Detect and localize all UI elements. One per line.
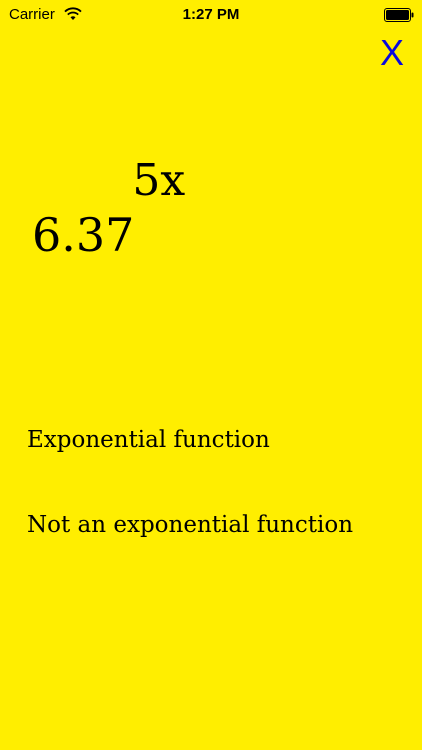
exponential-expression: 6.375x (32, 155, 187, 262)
quiz-screen: Carrier 1:27 PM X 6.375x Exponential fun… (0, 0, 422, 750)
status-bar: Carrier 1:27 PM (0, 0, 422, 30)
option-not-exponential-function[interactable]: Not an exponential function (27, 512, 353, 538)
expression-base: 6.37 (32, 208, 135, 262)
close-button[interactable]: X (378, 35, 406, 71)
expression-exponent: 5x (132, 155, 186, 206)
option-exponential-function[interactable]: Exponential function (27, 427, 270, 453)
status-time: 1:27 PM (182, 6, 240, 23)
battery-icon (384, 8, 414, 22)
